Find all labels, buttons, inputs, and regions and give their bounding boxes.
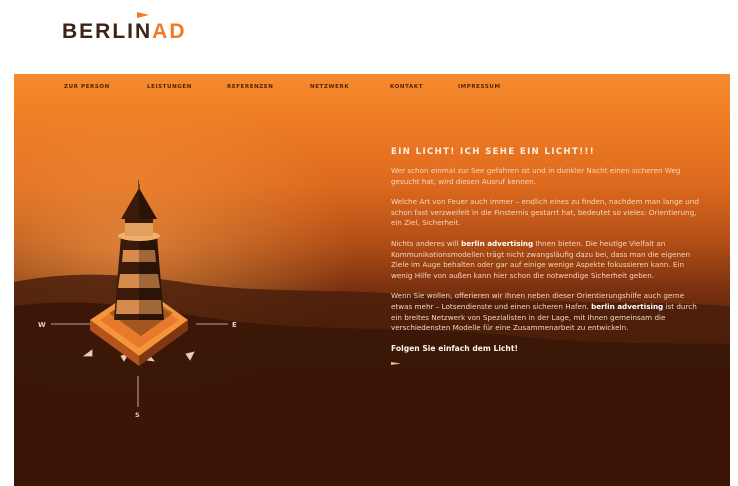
compass-south: S	[135, 411, 140, 419]
lighthouse-tower	[114, 178, 164, 320]
brand-mention: berlin advertising	[591, 301, 664, 311]
brand-logo-part1: BERLIN	[62, 20, 153, 43]
paragraph-3: Nichts anderes will berlin advertising I…	[391, 239, 703, 281]
compass-west: W	[38, 321, 46, 329]
paragraph-2: Welche Art von Feuer auch immer – endlic…	[391, 197, 699, 228]
flag-icon	[137, 12, 149, 18]
compass-east: E	[232, 321, 237, 329]
brand-logo[interactable]: BERLINAD	[62, 20, 187, 44]
arrow-right-icon[interactable]	[391, 361, 401, 365]
page-title: Ein Licht! Ich sehe ein Licht!!!	[391, 147, 596, 157]
brand-logo-part2: AD	[152, 20, 187, 43]
paragraph-1: Wer schon einmal zur See gefahren ist un…	[391, 166, 681, 186]
paragraph-4: Wenn Sie wollen, offerieren wir Ihnen ne…	[391, 291, 703, 333]
follow-light-link[interactable]: Folgen Sie einfach dem Licht!	[391, 344, 703, 353]
paragraph-3-intro: Nichts anderes will	[391, 238, 462, 248]
hero-stage: zur Person Leistungen Referenzen Netzwer…	[14, 74, 730, 486]
brand-mention: berlin advertising	[461, 238, 534, 248]
intro-content: Ein Licht! Ich sehe ein Licht!!! Wer sch…	[391, 147, 703, 365]
site-header: BERLINAD	[0, 0, 738, 74]
tower-flag-icon	[139, 178, 147, 184]
